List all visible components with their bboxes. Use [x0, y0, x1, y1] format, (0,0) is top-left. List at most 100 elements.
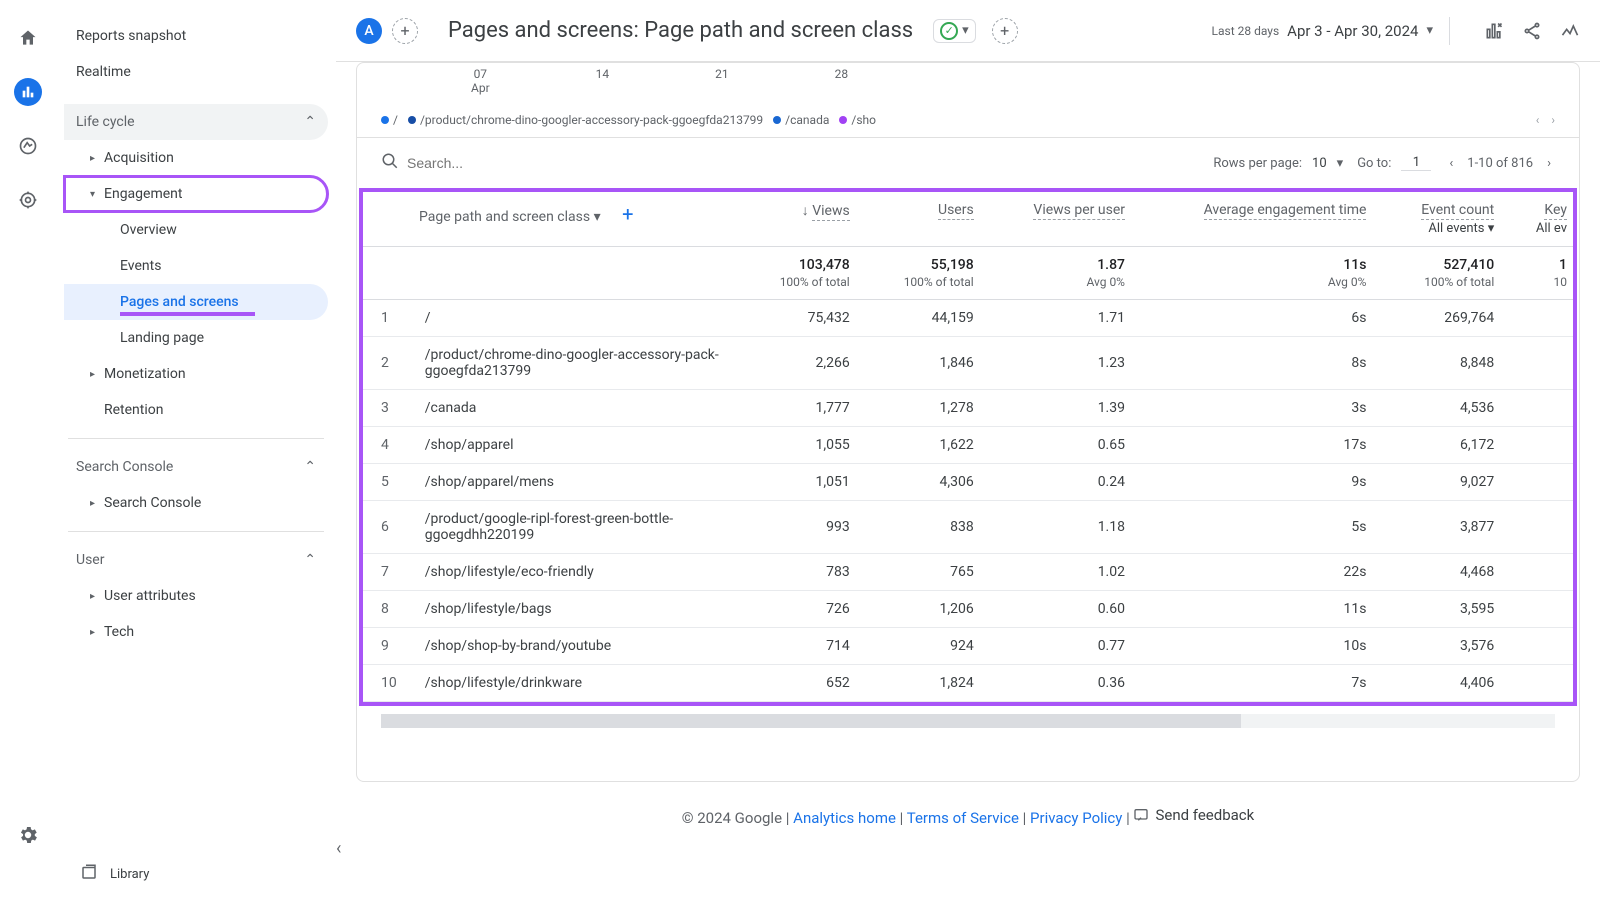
reports-icon[interactable]: [14, 78, 42, 106]
settings-icon[interactable]: [14, 821, 42, 849]
legend-prev-icon[interactable]: ‹: [1536, 113, 1540, 127]
share-icon[interactable]: [1522, 21, 1542, 41]
nav-events[interactable]: Events: [64, 248, 328, 284]
table-row[interactable]: 8/shop/lifestyle/bags7261,2060.6011s3,59…: [363, 591, 1573, 628]
column-key-events[interactable]: KeyAll ev: [1508, 192, 1573, 247]
chevron-down-icon[interactable]: ▾: [1337, 156, 1344, 171]
caret-right-icon: ▸: [90, 153, 104, 164]
horizontal-scrollbar[interactable]: [381, 714, 1555, 728]
send-feedback-button[interactable]: Send feedback: [1133, 806, 1254, 824]
total-events: 527,410100% of total: [1380, 247, 1508, 300]
caret-right-icon: ▸: [90, 369, 104, 380]
tick: 80K: [1524, 62, 1545, 95]
nav-monetization[interactable]: ▸ Monetization: [64, 356, 328, 392]
sidebar: Reports snapshot Realtime Life cycle ⌃ ▸…: [56, 0, 336, 909]
link-analytics-home[interactable]: Analytics home: [793, 809, 896, 827]
link-terms[interactable]: Terms of Service: [907, 809, 1019, 827]
table-row[interactable]: 7/shop/lifestyle/eco-friendly7837651.022…: [363, 554, 1573, 591]
add-filter-button[interactable]: +: [992, 18, 1018, 44]
ads-icon[interactable]: [14, 186, 42, 214]
table-row[interactable]: 10/shop/lifestyle/drinkware6521,8240.367…: [363, 665, 1573, 702]
row-path[interactable]: /product/google-ripl-forest-green-bottle…: [411, 501, 740, 554]
nav-user-attributes[interactable]: ▸ User attributes: [64, 578, 328, 614]
row-aet: 17s: [1139, 427, 1380, 464]
page-range: 1-10 of 816: [1467, 156, 1533, 171]
nav-label: Overview: [120, 222, 177, 238]
explore-icon[interactable]: [14, 132, 42, 160]
row-views: 993: [740, 501, 864, 554]
column-views-per-user[interactable]: Views per user: [988, 192, 1139, 247]
nav-search-console[interactable]: ▸ Search Console: [64, 485, 328, 521]
row-events: 4,536: [1380, 390, 1508, 427]
date-range-picker[interactable]: Last 28 days Apr 3 - Apr 30, 2024 ▾: [1212, 22, 1433, 40]
nav-retention[interactable]: Retention: [64, 392, 328, 428]
collapse-sidebar-icon[interactable]: ‹: [336, 838, 341, 859]
next-page-icon[interactable]: ›: [1543, 156, 1555, 171]
home-icon[interactable]: [14, 24, 42, 52]
total-views: 103,478100% of total: [740, 247, 864, 300]
chart-legend: / /product/chrome-dino-googler-accessory…: [357, 103, 1579, 137]
account-badge[interactable]: A: [356, 18, 382, 44]
row-users: 765: [864, 554, 988, 591]
chevron-up-icon: ⌃: [304, 459, 316, 475]
add-dimension-icon[interactable]: +: [622, 202, 633, 226]
insights-icon[interactable]: [1560, 21, 1580, 41]
row-users: 1,824: [864, 665, 988, 702]
link-privacy[interactable]: Privacy Policy: [1030, 809, 1122, 827]
row-path[interactable]: /shop/lifestyle/drinkware: [411, 665, 740, 702]
section-label: Search Console: [76, 459, 304, 475]
row-index: 8: [363, 591, 411, 628]
status-pill[interactable]: ✓ ▾: [933, 19, 976, 43]
nav-landing-page[interactable]: Landing page: [64, 320, 328, 356]
row-path[interactable]: /shop/apparel: [411, 427, 740, 464]
nav-library[interactable]: Library: [64, 851, 328, 897]
section-lifecycle[interactable]: Life cycle ⌃: [64, 104, 328, 140]
nav-engagement[interactable]: ▾ Engagement: [64, 176, 328, 212]
column-avg-engagement[interactable]: Average engagement time: [1139, 192, 1380, 247]
row-views: 783: [740, 554, 864, 591]
table-row[interactable]: 2/product/chrome-dino-googler-accessory-…: [363, 337, 1573, 390]
row-events: 9,027: [1380, 464, 1508, 501]
table-row[interactable]: 4/shop/apparel1,0551,6220.6517s6,172: [363, 427, 1573, 464]
section-user[interactable]: User ⌃: [64, 542, 328, 578]
row-key: [1508, 427, 1573, 464]
row-path[interactable]: /shop/apparel/mens: [411, 464, 740, 501]
rows-per-page-value[interactable]: 10: [1312, 156, 1327, 171]
prev-page-icon[interactable]: ‹: [1445, 156, 1457, 171]
nav-overview[interactable]: Overview: [64, 212, 328, 248]
row-path[interactable]: /canada: [411, 390, 740, 427]
row-path[interactable]: /shop/shop-by-brand/youtube: [411, 628, 740, 665]
legend-next-icon[interactable]: ›: [1551, 113, 1555, 127]
goto-value[interactable]: 1: [1401, 155, 1431, 171]
add-comparison-button[interactable]: +: [392, 18, 418, 44]
search-input[interactable]: [407, 155, 607, 171]
nav-label: Library: [110, 867, 149, 882]
row-aet: 11s: [1139, 591, 1380, 628]
nav-pages-screens[interactable]: Pages and screens: [64, 284, 328, 320]
nav-acquisition[interactable]: ▸ Acquisition: [64, 140, 328, 176]
row-users: 1,278: [864, 390, 988, 427]
column-users[interactable]: Users: [864, 192, 988, 247]
row-path[interactable]: /shop/lifestyle/eco-friendly: [411, 554, 740, 591]
table-row[interactable]: 3/canada1,7771,2781.393s4,536: [363, 390, 1573, 427]
row-index: 2: [363, 337, 411, 390]
row-path[interactable]: /product/chrome-dino-googler-accessory-p…: [411, 337, 740, 390]
tick: 0: [1286, 62, 1293, 95]
customize-icon[interactable]: [1484, 21, 1504, 41]
nav-label: Reports snapshot: [76, 28, 186, 44]
nav-tech[interactable]: ▸ Tech: [64, 614, 328, 650]
nav-reports-snapshot[interactable]: Reports snapshot: [64, 18, 328, 54]
row-path[interactable]: /: [411, 300, 740, 337]
legend-label: /canada: [785, 113, 829, 127]
nav-realtime[interactable]: Realtime: [64, 54, 328, 90]
table-row[interactable]: 1/75,43244,1591.716s269,764: [363, 300, 1573, 337]
column-dimension[interactable]: Page path and screen class ▾: [419, 209, 601, 225]
row-users: 44,159: [864, 300, 988, 337]
table-row[interactable]: 6/product/google-ripl-forest-green-bottl…: [363, 501, 1573, 554]
row-path[interactable]: /shop/lifestyle/bags: [411, 591, 740, 628]
table-row[interactable]: 5/shop/apparel/mens1,0514,3060.249s9,027: [363, 464, 1573, 501]
section-search-console[interactable]: Search Console ⌃: [64, 449, 328, 485]
column-event-count[interactable]: Event countAll events ▾: [1380, 192, 1508, 247]
table-row[interactable]: 9/shop/shop-by-brand/youtube7149240.7710…: [363, 628, 1573, 665]
column-views[interactable]: ↓ Views: [740, 192, 864, 247]
